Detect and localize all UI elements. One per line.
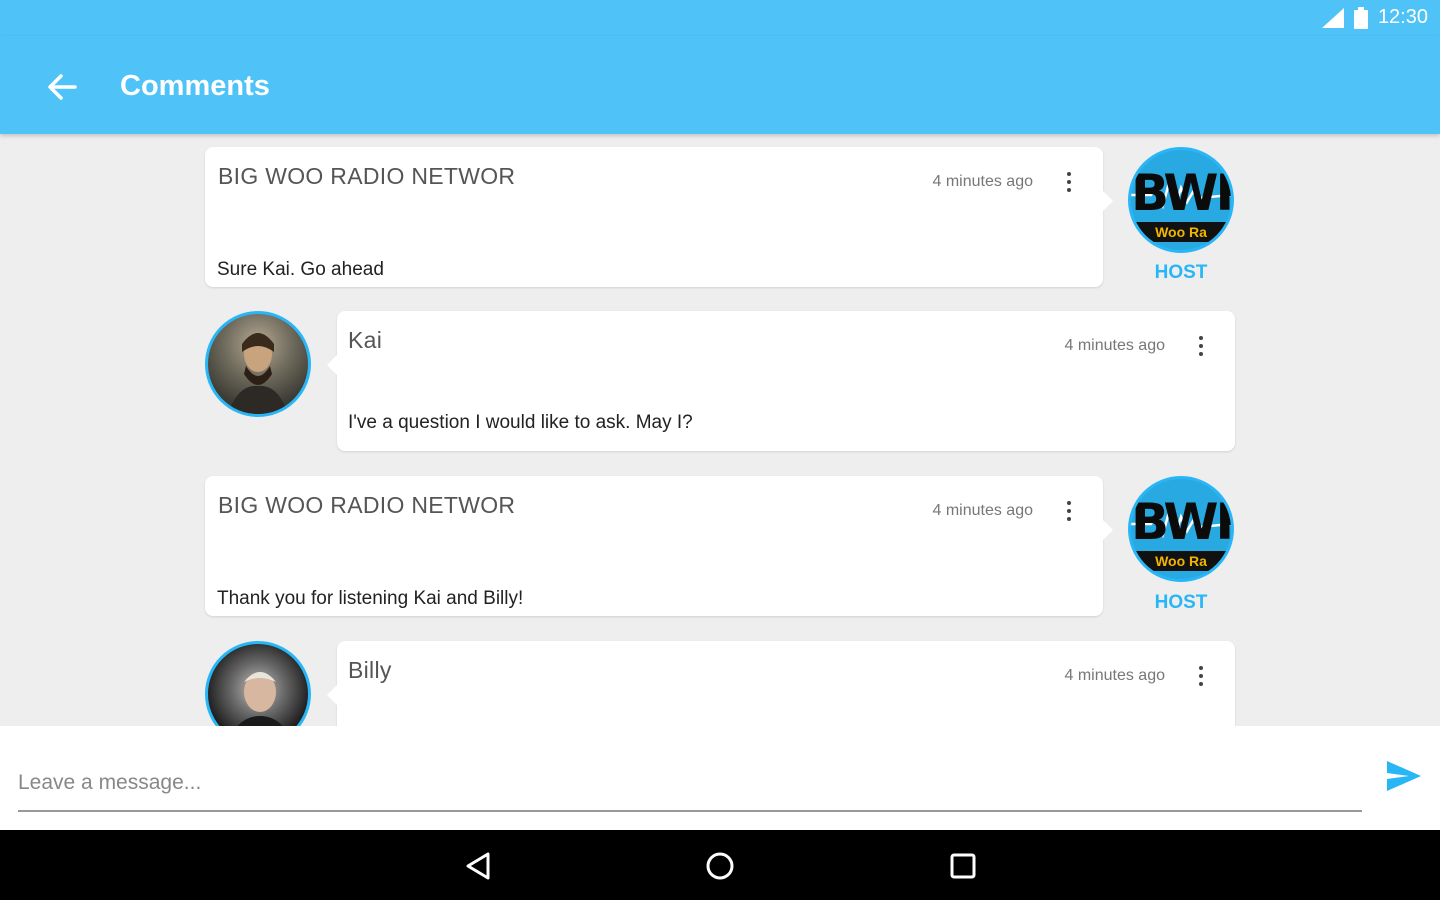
comment-text: I've a question I would like to ask. May… [348, 412, 693, 433]
nav-recents-button[interactable] [943, 846, 983, 886]
nav-back-button[interactable] [458, 846, 498, 886]
comment-bubble: Kai 4 minutes ago I've a question I woul… [327, 311, 1235, 451]
comment-author: Kai [348, 327, 383, 353]
comment-text: Sure Kai. Go ahead [217, 259, 384, 280]
avatar-photo [237, 672, 283, 726]
status-icons: 12:30 [1321, 6, 1428, 29]
arrow-back-icon [48, 74, 77, 100]
app-bar: Comments [0, 36, 1440, 134]
host-logo-text: BWR [1131, 164, 1231, 222]
comments-list[interactable]: BIG WOO RADIO NETWOR 4 minutes ago Sure … [0, 134, 1440, 726]
message-composer [0, 726, 1440, 830]
comment-bubble: BIG WOO RADIO NETWOR 4 minutes ago Sure … [205, 147, 1113, 287]
comment-menu-button[interactable] [1059, 496, 1079, 526]
comment-time: 4 minutes ago [932, 502, 1033, 519]
comment-menu-button[interactable] [1191, 661, 1211, 691]
comment-author: Billy [348, 657, 392, 683]
user-avatar-billy[interactable] [205, 641, 311, 726]
host-logo-band: Woo Ra [1131, 222, 1231, 242]
back-button[interactable] [40, 68, 84, 106]
host-badge: HOST [1154, 262, 1208, 283]
comment-bubble: Billy 4 minutes ago [327, 641, 1235, 726]
host-logo-band: Woo Ra [1131, 551, 1231, 571]
send-button[interactable] [1384, 756, 1424, 796]
recents-square-icon [950, 853, 976, 879]
avatar-photo [228, 333, 288, 414]
nav-home-button[interactable] [700, 846, 740, 886]
comment-author: BIG WOO RADIO NETWOR [218, 163, 516, 189]
status-time: 12:30 [1377, 6, 1428, 28]
comment-text: Thank you for listening Kai and Billy! [217, 588, 524, 609]
home-circle-icon [706, 852, 734, 880]
send-icon [1387, 761, 1421, 791]
system-nav-bar [0, 830, 1440, 900]
message-input[interactable] [18, 756, 1362, 812]
comment-menu-button[interactable] [1191, 331, 1211, 361]
comment-time: 4 minutes ago [1064, 337, 1165, 354]
back-triangle-icon [466, 852, 490, 880]
battery-icon [1353, 6, 1368, 29]
host-avatar[interactable]: BWR Woo Ra [1128, 147, 1234, 253]
host-logo-text: BWR [1131, 493, 1231, 551]
user-avatar-kai[interactable] [205, 311, 311, 417]
comment-menu-button[interactable] [1059, 167, 1079, 197]
page-title: Comments [120, 70, 270, 102]
comment-time: 4 minutes ago [932, 173, 1033, 190]
host-avatar[interactable]: BWR Woo Ra [1128, 476, 1234, 582]
signal-icon [1321, 7, 1344, 28]
comment-author: BIG WOO RADIO NETWOR [218, 492, 516, 518]
status-bar: 12:30 [0, 0, 1440, 36]
comment-bubble: BIG WOO RADIO NETWOR 4 minutes ago Thank… [205, 476, 1113, 616]
comment-time: 4 minutes ago [1064, 667, 1165, 684]
host-badge: HOST [1154, 592, 1208, 613]
